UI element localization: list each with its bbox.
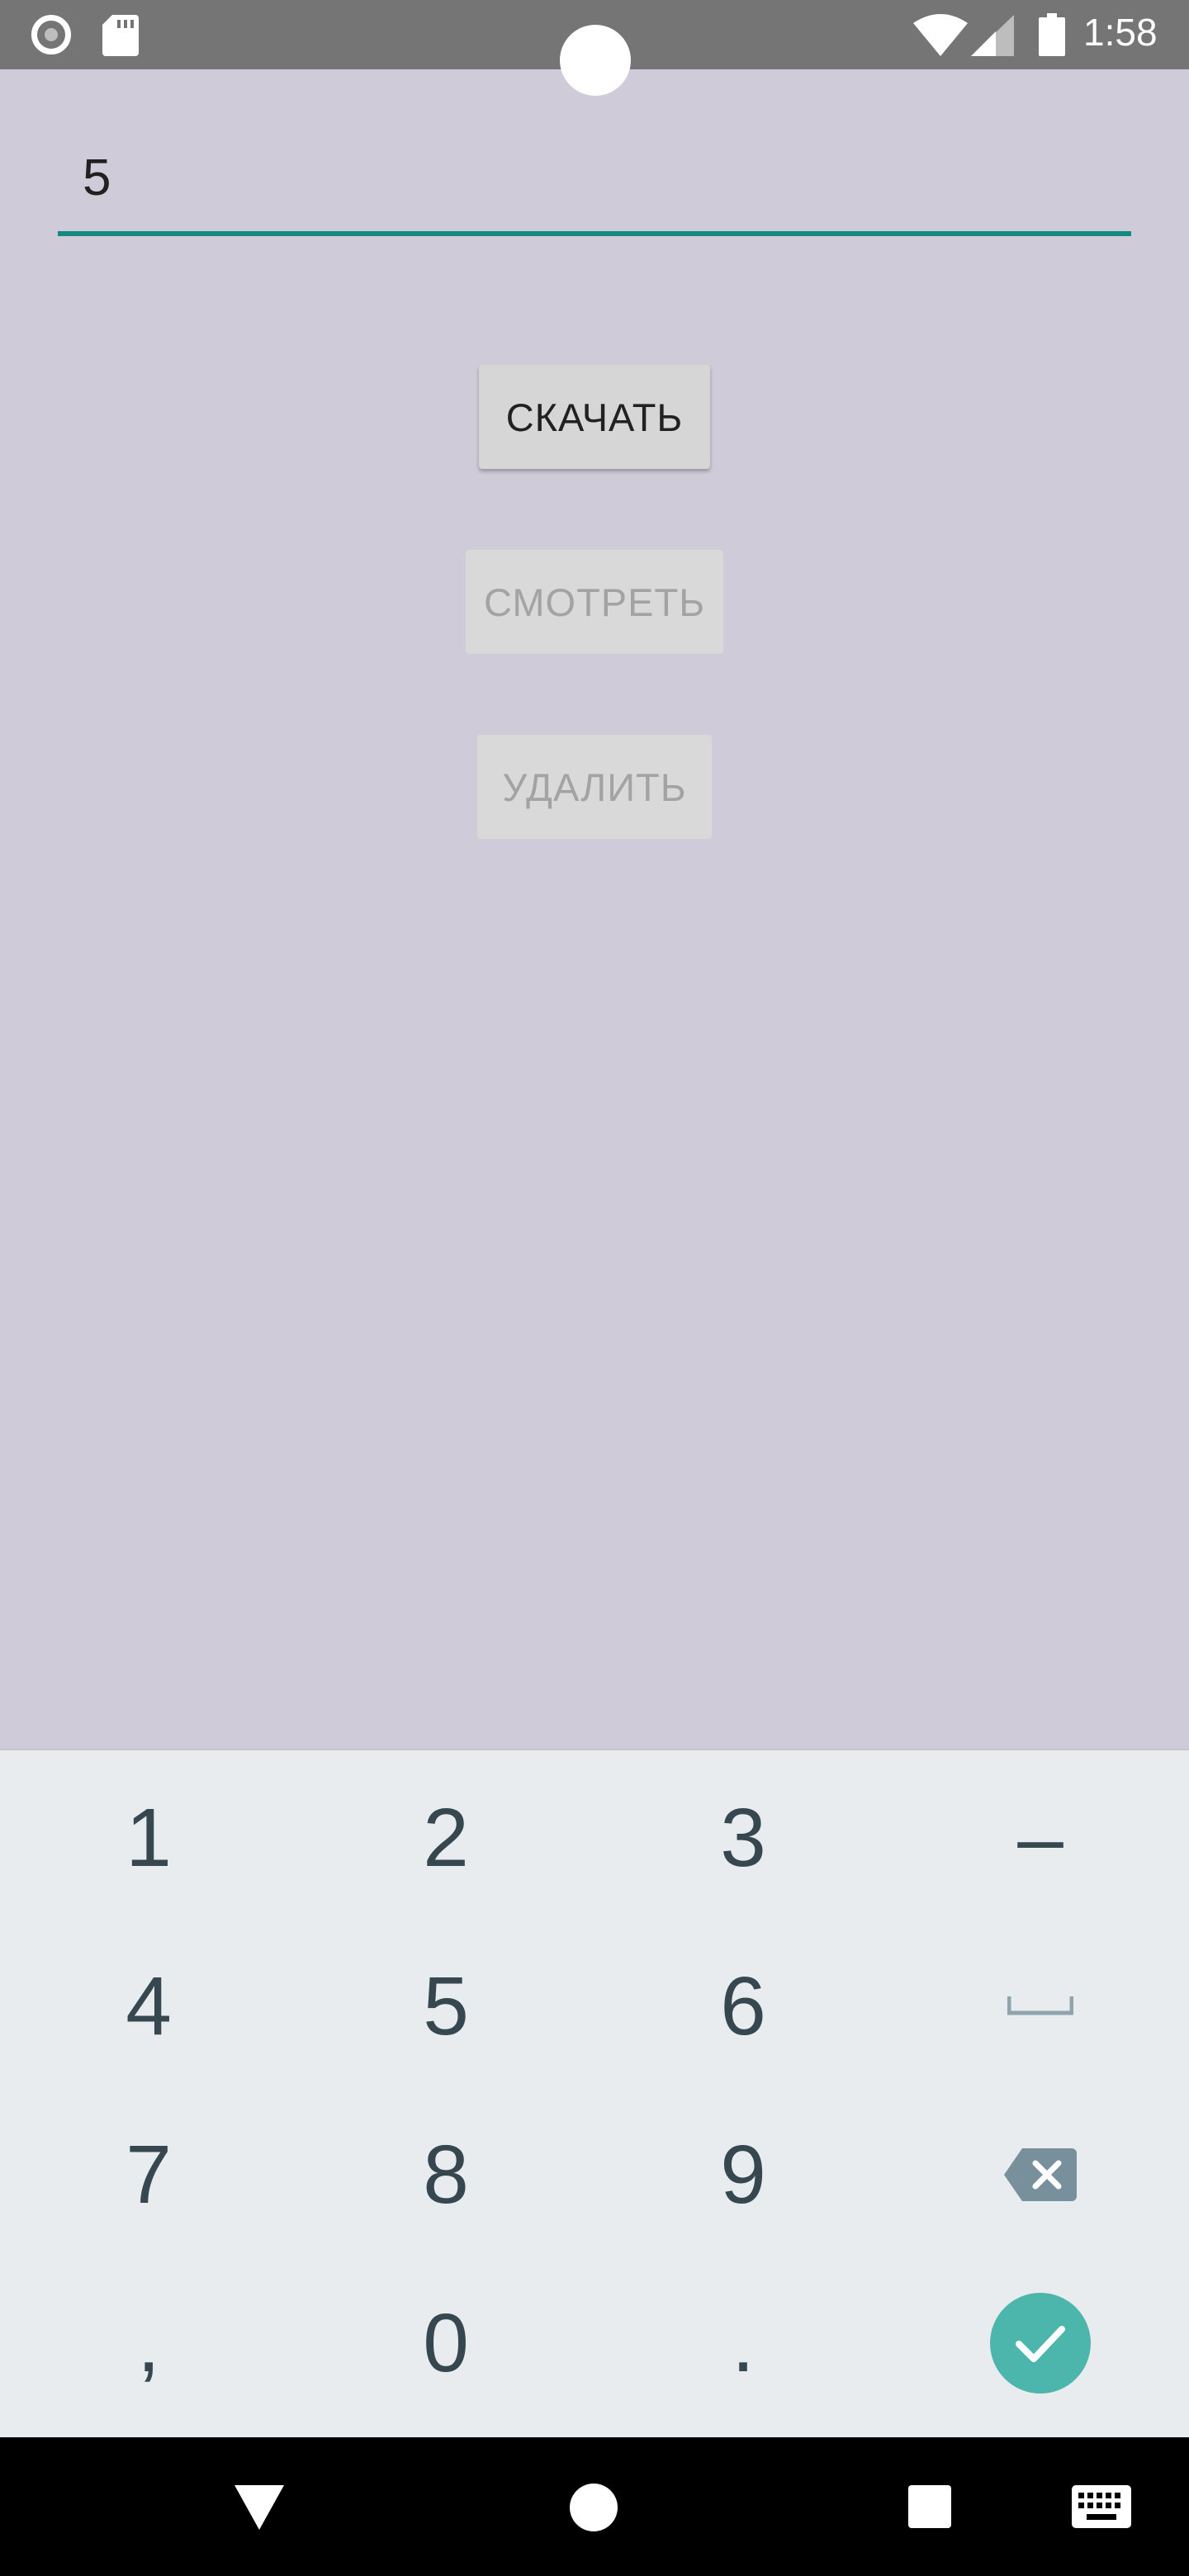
key-1[interactable]: 1 (0, 1754, 297, 1922)
record-icon (31, 15, 71, 54)
key-minus[interactable]: – (892, 1754, 1189, 1922)
view-button[interactable]: СМОТРЕТЬ (466, 550, 723, 654)
key-label: . (732, 2296, 755, 2389)
battery-icon (1039, 13, 1065, 56)
recents-icon[interactable] (908, 2485, 951, 2528)
wifi-icon (913, 14, 968, 56)
number-input[interactable]: 5 (58, 149, 1131, 236)
key-label: 0 (423, 2296, 469, 2389)
navigation-bar (0, 2437, 1189, 2576)
check-icon (1016, 2326, 1065, 2362)
number-input-value: 5 (83, 149, 111, 206)
key-8[interactable]: 8 (297, 2091, 594, 2259)
key-5[interactable]: 5 (297, 1922, 594, 2091)
back-icon[interactable] (234, 2485, 284, 2530)
download-button[interactable]: СКАЧАТЬ (479, 365, 710, 469)
key-label: 9 (720, 2128, 766, 2221)
camera-cutout (560, 25, 631, 96)
key-3[interactable]: 3 (594, 1754, 892, 1922)
key-label: 6 (720, 1959, 766, 2053)
status-bar: 1:58 (0, 0, 1189, 96)
key-0[interactable]: 0 (297, 2259, 594, 2427)
key-label: 7 (126, 2128, 172, 2221)
key-comma[interactable]: , (0, 2259, 297, 2427)
key-4[interactable]: 4 (0, 1922, 297, 2091)
key-label: 1 (126, 1791, 172, 1884)
backspace-icon (1004, 2148, 1077, 2201)
home-icon[interactable] (570, 2484, 618, 2531)
input-underline (58, 231, 1131, 236)
key-done[interactable] (892, 2259, 1189, 2427)
key-backspace[interactable] (892, 2091, 1189, 2259)
delete-button[interactable]: УДАЛИТЬ (477, 735, 712, 839)
key-period[interactable]: . (594, 2259, 892, 2427)
key-label: 4 (126, 1959, 172, 2053)
key-space[interactable] (892, 1922, 1189, 2091)
key-7[interactable]: 7 (0, 2091, 297, 2259)
key-label: 8 (423, 2128, 469, 2221)
space-icon (1007, 1996, 1073, 2015)
keyboard-icon[interactable] (1072, 2485, 1131, 2528)
key-2[interactable]: 2 (297, 1754, 594, 1922)
key-label: – (1017, 1791, 1063, 1884)
cell-signal-icon (971, 15, 1014, 56)
key-6[interactable]: 6 (594, 1922, 892, 2091)
key-label: 2 (423, 1791, 469, 1884)
done-button[interactable] (990, 2293, 1091, 2394)
key-label: , (137, 2296, 160, 2389)
numeric-keyboard: 1 2 3 – 4 5 6 7 8 9 , 0 . (0, 1749, 1189, 2437)
status-clock: 1:58 (1083, 11, 1158, 54)
key-9[interactable]: 9 (594, 2091, 892, 2259)
key-label: 5 (423, 1959, 469, 2053)
sd-card-icon (102, 15, 139, 56)
key-label: 3 (720, 1791, 766, 1884)
